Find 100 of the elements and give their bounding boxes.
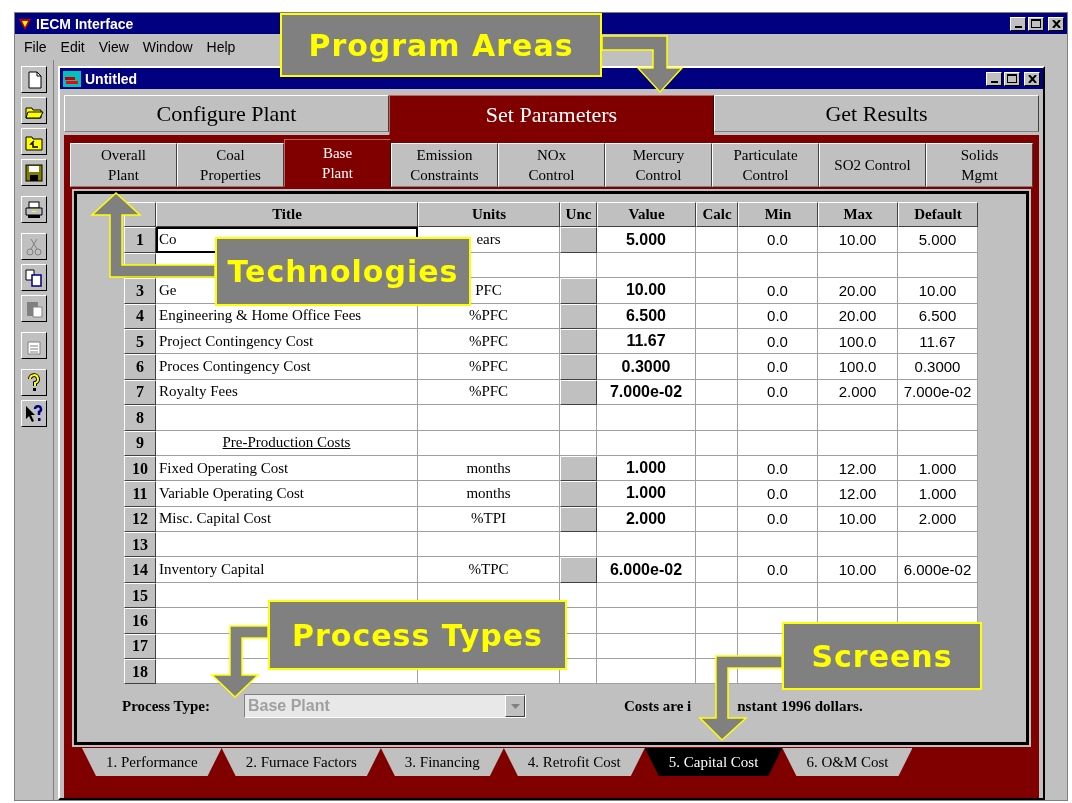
toolbar-button[interactable] [21,159,47,186]
menu-item[interactable]: Edit [55,37,90,57]
max-cell: 12.00 [818,481,898,507]
units-cell: months [418,481,560,507]
screen-tab[interactable]: 3. Financing [380,748,504,776]
program-area-tab[interactable]: Get Results [714,95,1039,132]
default-cell: 7.000e-02 [898,379,978,406]
menu-item[interactable]: View [93,37,134,57]
table-cell [696,328,738,355]
technology-tab[interactable]: Overall Plant [70,143,177,187]
menu-item[interactable]: File [19,37,52,57]
technology-tab[interactable]: Emission Constraints [391,143,498,187]
uncertainty-button[interactable] [560,379,597,406]
row-number: 10 [124,455,156,482]
row-number: 3 [124,278,156,304]
table-cell [560,405,597,431]
minimize-button[interactable] [986,71,1002,86]
maximize-icon [1007,74,1017,83]
maximize-button[interactable] [1028,16,1044,31]
value-cell[interactable]: 2.000 [597,506,696,533]
table-cell [560,532,597,558]
uncertainty-button[interactable] [560,557,597,583]
technology-tab[interactable]: Base Plant [284,139,391,187]
uncertainty-button[interactable] [560,455,597,482]
note-text: Costs are i [624,697,692,715]
technology-tab[interactable]: Coal Properties [177,143,284,187]
title-cell: Inventory Capital [156,557,418,583]
row-number: 4 [124,303,156,329]
dropdown-arrow-icon [510,703,520,709]
printer-icon [24,199,44,220]
program-area-tab[interactable]: Configure Plant [64,95,389,132]
minimize-button[interactable] [1010,16,1026,31]
default-cell: 11.67 [898,328,978,355]
toolbar-button[interactable] [21,97,47,124]
value-cell[interactable]: 1.000 [597,455,696,482]
uncertainty-button[interactable] [560,481,597,507]
units-cell: %PFC [418,328,560,355]
table-cell [560,659,597,685]
units-cell: %TPI [418,506,560,533]
uncertainty-button[interactable] [560,328,597,355]
value-cell[interactable]: 7.000e-02 [597,379,696,406]
value-cell[interactable]: 1.000 [597,481,696,507]
default-cell: 1.000 [898,481,978,507]
screen-tab[interactable]: 4. Retrofit Cost [503,748,645,776]
max-cell: 100.0 [818,354,898,380]
column-header: Unc [560,202,597,228]
uncertainty-button[interactable] [560,354,597,380]
table-cell [696,252,738,279]
min-cell: 0.0 [738,278,818,304]
process-type-label: Process Type: [122,697,211,715]
screen-tab[interactable]: 6. O&M Cost [782,748,913,776]
technology-tab[interactable]: NOx Control [498,143,605,187]
technology-tab[interactable]: SO2 Control [819,143,926,187]
close-button[interactable] [1048,16,1064,31]
note-text: nstant 1996 dollars. [737,697,863,715]
max-cell: 100.0 [818,328,898,355]
toolbar-button[interactable] [21,128,47,155]
table-cell [696,430,738,456]
table-cell [696,278,738,304]
plant-icon [63,70,81,87]
uncertainty-button[interactable] [560,506,597,533]
uncertainty-button[interactable] [560,227,597,253]
menu-item[interactable]: Window [137,37,198,57]
screen-tab[interactable]: 5. Capital Cost [644,748,783,776]
uncertainty-button[interactable] [560,278,597,304]
toolbar-button[interactable] [21,400,47,427]
max-cell: 10.00 [818,227,898,253]
value-cell[interactable]: 6.000e-02 [597,557,696,583]
column-header: Title [156,202,418,228]
technology-tab[interactable]: Particulate Control [712,143,819,187]
callout-label: Program Areas [280,13,602,77]
default-cell: 2.000 [898,506,978,533]
value-cell[interactable]: 6.500 [597,303,696,329]
technology-tab[interactable]: Mercury Control [605,143,712,187]
max-cell: 10.00 [818,506,898,533]
technology-tab[interactable]: Solids Mgmt [926,143,1033,187]
document-title: Untitled [85,70,139,87]
maximize-button[interactable] [1004,71,1020,86]
column-header: Value [597,202,696,228]
toolbar-button[interactable] [21,196,47,223]
toolbar-button[interactable] [21,369,47,396]
screen-tab[interactable]: 2. Furnace Factors [221,748,381,776]
row-number: 9 [124,430,156,456]
value-cell[interactable]: 10.00 [597,278,696,304]
value-cell[interactable]: 0.3000 [597,354,696,380]
units-cell: %PFC [418,379,560,406]
value-cell[interactable]: 11.67 [597,328,696,355]
table-cell [696,227,738,253]
table-cell [696,582,738,609]
uncertainty-button[interactable] [560,303,597,329]
column-header: Calc [696,202,738,228]
toolbar-button[interactable] [21,264,47,291]
value-cell[interactable]: 5.000 [597,227,696,253]
menu-item[interactable]: Help [201,37,241,57]
close-button[interactable] [1024,71,1040,86]
program-area-tab[interactable]: Set Parameters [389,95,714,135]
units-cell: months [418,455,560,482]
max-cell: 12.00 [818,455,898,482]
screen-tab[interactable]: 1. Performance [82,748,222,776]
toolbar-button[interactable] [21,66,47,93]
